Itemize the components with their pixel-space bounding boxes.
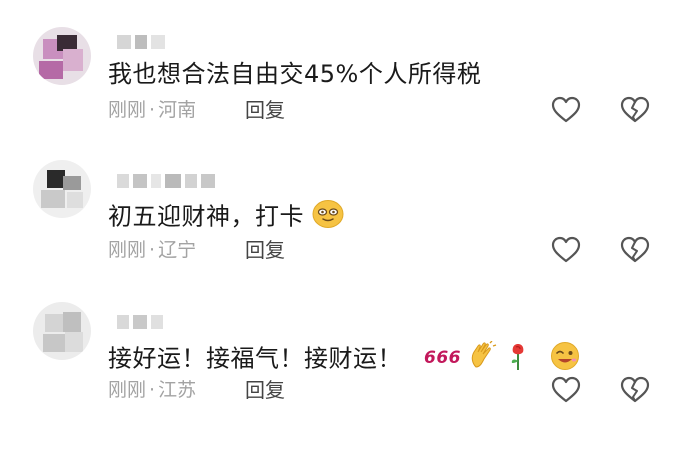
- comment-meta: 刚刚 · 河南: [108, 98, 196, 122]
- meta-separator: ·: [149, 99, 156, 121]
- reply-button[interactable]: 回复: [245, 98, 285, 122]
- squinting-face-emoji-icon: [312, 199, 344, 236]
- comment-text-content: 初五迎财神，打卡: [108, 202, 304, 231]
- comment-item: 初五迎财神，打卡 刚刚 · 辽宁 回复: [0, 140, 692, 280]
- rose-emoji-icon: [506, 341, 530, 378]
- comment-item: 我也想合法自由交45%个人所得税 刚刚 · 河南 回复: [0, 0, 692, 140]
- comment-text: 初五迎财神，打卡: [108, 199, 344, 236]
- comment-meta: 刚刚 · 辽宁: [108, 238, 196, 262]
- avatar[interactable]: [33, 160, 91, 218]
- reply-button[interactable]: 回复: [245, 238, 285, 262]
- broken-heart-icon[interactable]: [620, 96, 650, 124]
- comment-time: 刚刚: [108, 239, 147, 261]
- comment-location: 辽宁: [158, 239, 197, 261]
- winking-face-emoji-icon: [549, 341, 581, 378]
- heart-outline-icon[interactable]: [551, 236, 581, 264]
- comment-item: 接好运！接福气！接财运！ 666 刚刚 · 江苏 回复: [0, 280, 692, 420]
- comment-text-content: 接好运！接福气！接财运！: [108, 344, 402, 373]
- broken-heart-icon[interactable]: [620, 376, 650, 404]
- reply-button[interactable]: 回复: [245, 378, 285, 402]
- meta-separator: ·: [149, 239, 156, 261]
- broken-heart-icon[interactable]: [620, 236, 650, 264]
- clapping-hands-emoji-icon: [468, 339, 498, 378]
- username-pixelated[interactable]: [117, 313, 163, 331]
- comment-text: 我也想合法自由交45%个人所得税: [108, 60, 482, 88]
- comment-time: 刚刚: [108, 99, 147, 121]
- username-pixelated[interactable]: [117, 33, 165, 51]
- meta-separator: ·: [149, 379, 156, 401]
- 666-emoji-text: 666: [424, 348, 460, 368]
- comment-location: 江苏: [158, 379, 197, 401]
- heart-outline-icon[interactable]: [551, 376, 581, 404]
- comment-location: 河南: [158, 99, 197, 121]
- comment-text: 接好运！接福气！接财运！ 666: [108, 339, 581, 378]
- heart-outline-icon[interactable]: [551, 96, 581, 124]
- avatar[interactable]: [33, 27, 91, 85]
- username-pixelated[interactable]: [117, 172, 215, 190]
- avatar[interactable]: [33, 302, 91, 360]
- comment-time: 刚刚: [108, 379, 147, 401]
- comment-meta: 刚刚 · 江苏: [108, 378, 196, 402]
- 666-emoji-icon: 666: [424, 344, 461, 375]
